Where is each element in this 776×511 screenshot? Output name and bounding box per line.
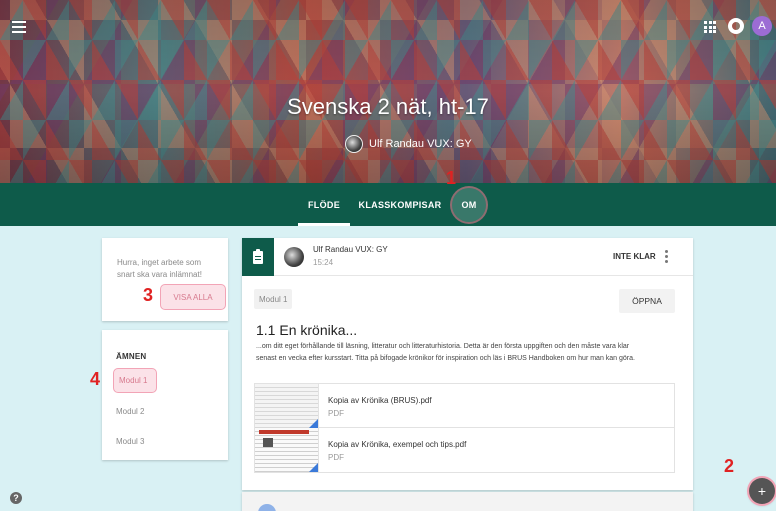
annotation-marker-2: 2 [724, 456, 735, 476]
annotation-marker-4: 4 [90, 369, 101, 389]
post-header: Ulf Randau VUX: GY 15:24 INTE KLAR [242, 238, 693, 276]
upcoming-card: Hurra, inget arbete som snart ska vara i… [102, 238, 228, 321]
course-teacher: Ulf Randau VUX: GY [345, 135, 472, 153]
tab-klasskompisar[interactable]: KLASSKOMPISAR [359, 183, 442, 226]
help-icon[interactable]: ? [10, 492, 22, 504]
course-banner [0, 0, 776, 183]
attachment-type: PDF [328, 409, 344, 418]
view-all-button[interactable]: VISA ALLA [160, 284, 226, 310]
user-avatar[interactable]: A [752, 16, 772, 36]
tab-flode[interactable]: FLÖDE [298, 183, 350, 226]
upcoming-message: Hurra, inget arbete som snart ska vara i… [117, 258, 202, 279]
status-badge: INTE KLAR [613, 252, 656, 261]
attachment-item[interactable]: Kopia av Krönika, exempel och tips.pdf P… [254, 428, 675, 473]
add-button[interactable]: + [749, 478, 775, 504]
attachment-name: Kopia av Krönika (BRUS).pdf [328, 396, 432, 405]
topic-chip: Modul 1 [254, 289, 293, 309]
attachment-name: Kopia av Krönika, exempel och tips.pdf [328, 440, 467, 449]
annotation-marker-1: 1 [446, 168, 457, 188]
post-title: 1.1 En krönika... [256, 322, 358, 338]
tab-bar: FLÖDE KLASSKOMPISAR OM [0, 183, 776, 226]
topic-modul-3[interactable]: Modul 3 [116, 437, 144, 446]
assignment-icon [242, 238, 274, 276]
office-icon[interactable] [728, 18, 744, 34]
attachment-thumbnail [255, 428, 319, 472]
post-author: Ulf Randau VUX: GY [313, 245, 388, 254]
open-button[interactable]: ÖPPNA [619, 289, 675, 313]
next-post-avatar [258, 504, 276, 511]
topics-heading: ÄMNEN [116, 352, 147, 361]
more-options-icon[interactable] [665, 250, 668, 265]
apps-grid-icon[interactable] [704, 21, 716, 33]
teacher-avatar [345, 135, 363, 153]
course-title: Svenska 2 nät, ht-17 [287, 94, 489, 119]
author-avatar [284, 247, 304, 267]
attachment-thumbnail [255, 384, 319, 428]
attachment-type: PDF [328, 453, 344, 462]
topic-modul-1[interactable]: Modul 1 [113, 368, 157, 393]
topics-card: ÄMNEN Modul 1 Modul 2 Modul 3 [102, 330, 228, 460]
hamburger-menu-icon[interactable] [12, 21, 26, 36]
post-time: 15:24 [313, 258, 334, 267]
topic-modul-2[interactable]: Modul 2 [116, 407, 144, 416]
post-body: ...om ditt eget förhållande till läsning… [256, 343, 635, 362]
annotation-marker-3: 3 [143, 285, 154, 305]
attachment-item[interactable]: Kopia av Krönika (BRUS).pdf PDF [254, 383, 675, 428]
tab-om[interactable]: OM [452, 188, 486, 222]
next-post-card [242, 492, 693, 511]
assignment-post: Ulf Randau VUX: GY 15:24 INTE KLAR Modul… [242, 238, 693, 490]
teacher-name: Ulf Randau VUX: GY [369, 138, 472, 150]
